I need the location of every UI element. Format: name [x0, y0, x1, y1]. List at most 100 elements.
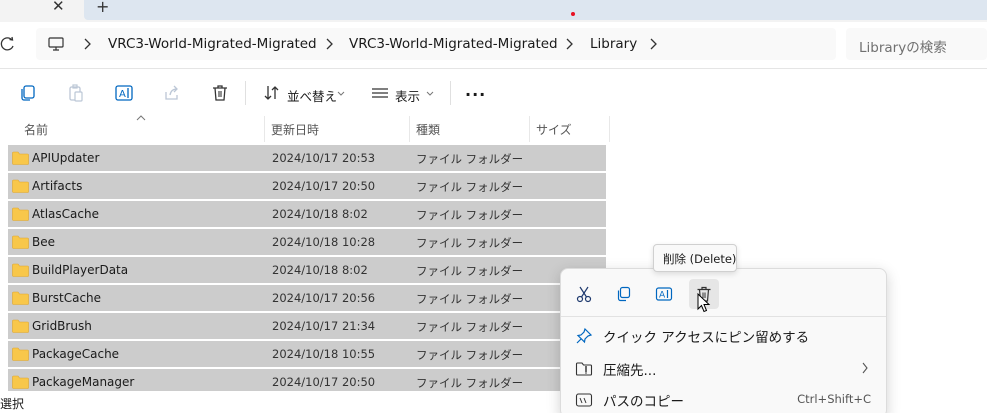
folder-icon [12, 151, 29, 165]
file-date: 2024/10/17 21:34 [272, 319, 376, 333]
tab-close-icon[interactable]: ✕ [52, 0, 65, 15]
table-row[interactable]: APIUpdater 2024/10/17 20:53 ファイル フォルダー [8, 145, 606, 171]
file-date: 2024/10/18 8:02 [272, 263, 368, 277]
file-date: 2024/10/17 20:53 [272, 151, 376, 165]
pin-quick-access-item[interactable]: クイック アクセスにピン留めする [565, 320, 883, 350]
submenu-chevron-icon [862, 362, 868, 374]
file-date: 2024/10/18 10:55 [272, 347, 376, 361]
search-input[interactable]: Libraryの検索 [846, 28, 987, 60]
menu-item-label: クイック アクセスにピン留めする [603, 330, 810, 346]
column-header-size[interactable]: サイズ [536, 121, 572, 138]
folder-icon [12, 375, 29, 389]
trash-icon[interactable] [210, 83, 230, 103]
column-divider[interactable] [529, 116, 530, 142]
table-row[interactable]: AtlasCache 2024/10/18 8:02 ファイル フォルダー [8, 201, 606, 227]
menu-item-label: 圧縮先... [603, 363, 657, 379]
path-icon [575, 393, 593, 407]
sort-caret-icon [136, 115, 146, 121]
menu-divider [561, 316, 886, 317]
tab-strip: ✕ + [0, 0, 987, 22]
new-tab-icon[interactable]: + [96, 0, 109, 16]
column-header-row: 名前 更新日時 種類 サイズ [0, 115, 987, 142]
toolbar-separator [245, 81, 246, 105]
breadcrumb-chevron-icon[interactable] [82, 37, 92, 51]
more-options-button[interactable]: ... [465, 81, 486, 100]
file-type: ファイル フォルダー [416, 180, 524, 194]
file-date: 2024/10/18 10:28 [272, 235, 376, 249]
rename-icon[interactable]: A [114, 83, 134, 103]
share-icon[interactable] [162, 83, 182, 103]
folder-icon [12, 291, 29, 305]
file-name: Artifacts [32, 179, 83, 193]
view-button[interactable]: 表示 [395, 86, 420, 105]
file-type: ファイル フォルダー [416, 376, 524, 390]
paste-icon[interactable] [66, 83, 86, 103]
copy-icon[interactable] [18, 83, 38, 103]
breadcrumb-chevron-icon[interactable] [324, 37, 334, 51]
folder-icon [12, 179, 29, 193]
rename-button[interactable]: A [649, 279, 679, 309]
copy-path-item[interactable]: パスのコピー Ctrl+Shift+C [565, 384, 883, 413]
refresh-icon[interactable] [0, 36, 16, 52]
folder-icon [12, 347, 29, 361]
copy-button[interactable] [609, 279, 639, 309]
context-menu: A クイック アクセスにピン留めする 圧縮先... パスのコピー Ctrl+Sh… [560, 268, 887, 413]
file-type: ファイル フォルダー [416, 292, 524, 306]
file-type: ファイル フォルダー [416, 208, 524, 222]
pin-icon [576, 327, 593, 344]
menu-item-shortcut: Ctrl+Shift+C [797, 392, 871, 406]
notification-dot [571, 12, 575, 16]
breadcrumb-chevron-icon[interactable] [648, 37, 658, 51]
file-date: 2024/10/17 20:50 [272, 179, 376, 193]
svg-text:A: A [659, 291, 666, 301]
table-row[interactable]: BuildPlayerData 2024/10/18 8:02 ファイル フォル… [8, 257, 606, 283]
zip-folder-icon [575, 362, 593, 376]
menu-item-label: パスのコピー [603, 394, 684, 410]
file-name: AtlasCache [32, 207, 99, 221]
column-divider[interactable] [609, 116, 610, 142]
breadcrumb-item[interactable]: VRC3-World-Migrated-Migrated [108, 36, 317, 52]
status-text: 選択 [0, 397, 25, 411]
folder-icon [12, 319, 29, 333]
table-row[interactable]: PackageCache 2024/10/18 10:55 ファイル フォルダー [8, 341, 606, 367]
file-name: GridBrush [32, 319, 92, 333]
column-header-type[interactable]: 種類 [416, 121, 440, 138]
file-name: PackageCache [32, 347, 120, 361]
table-row[interactable]: GridBrush 2024/10/17 21:34 ファイル フォルダー [8, 313, 606, 339]
computer-icon [48, 37, 64, 51]
chevron-down-icon [426, 91, 434, 96]
toolbar-separator [450, 81, 451, 105]
address-bar[interactable]: VRC3-World-Migrated-Migrated VRC3-World-… [36, 28, 836, 60]
breadcrumb-chevron-icon[interactable] [564, 37, 574, 51]
tab-strip-band [84, 0, 987, 20]
tooltip: 削除 (Delete) [653, 244, 737, 272]
folder-icon [12, 263, 29, 277]
compress-to-item[interactable]: 圧縮先... [565, 353, 883, 383]
sort-button[interactable]: 並べ替え [287, 86, 337, 105]
scissors-icon [576, 286, 592, 303]
table-row[interactable]: BurstCache 2024/10/17 20:56 ファイル フォルダー [8, 285, 606, 311]
breadcrumb-item[interactable]: VRC3-World-Migrated-Migrated [349, 36, 558, 52]
file-name: Bee [32, 235, 55, 249]
mouse-cursor-icon [697, 293, 711, 313]
file-date: 2024/10/17 20:50 [272, 375, 376, 389]
column-header-date[interactable]: 更新日時 [271, 121, 319, 138]
table-row[interactable]: PackageManager 2024/10/17 20:50 ファイル フォル… [8, 369, 606, 391]
command-bar: A 並べ替え 表示 ... [0, 68, 987, 116]
column-divider[interactable] [409, 116, 410, 142]
file-date: 2024/10/17 20:56 [272, 291, 376, 305]
table-row[interactable]: Artifacts 2024/10/17 20:50 ファイル フォルダー [8, 173, 606, 199]
column-divider[interactable] [264, 116, 265, 142]
chevron-down-icon [337, 91, 345, 96]
search-placeholder: Libraryの検索 [859, 40, 947, 56]
file-name: APIUpdater [32, 151, 100, 165]
column-header-name[interactable]: 名前 [24, 121, 48, 138]
file-type: ファイル フォルダー [416, 236, 524, 250]
rename-icon: A [655, 287, 673, 301]
folder-icon [12, 235, 29, 249]
file-type: ファイル フォルダー [416, 348, 524, 362]
cut-button[interactable] [569, 279, 599, 309]
file-date: 2024/10/18 8:02 [272, 207, 368, 221]
breadcrumb-item[interactable]: Library [590, 36, 637, 52]
table-row[interactable]: Bee 2024/10/18 10:28 ファイル フォルダー [8, 229, 606, 255]
